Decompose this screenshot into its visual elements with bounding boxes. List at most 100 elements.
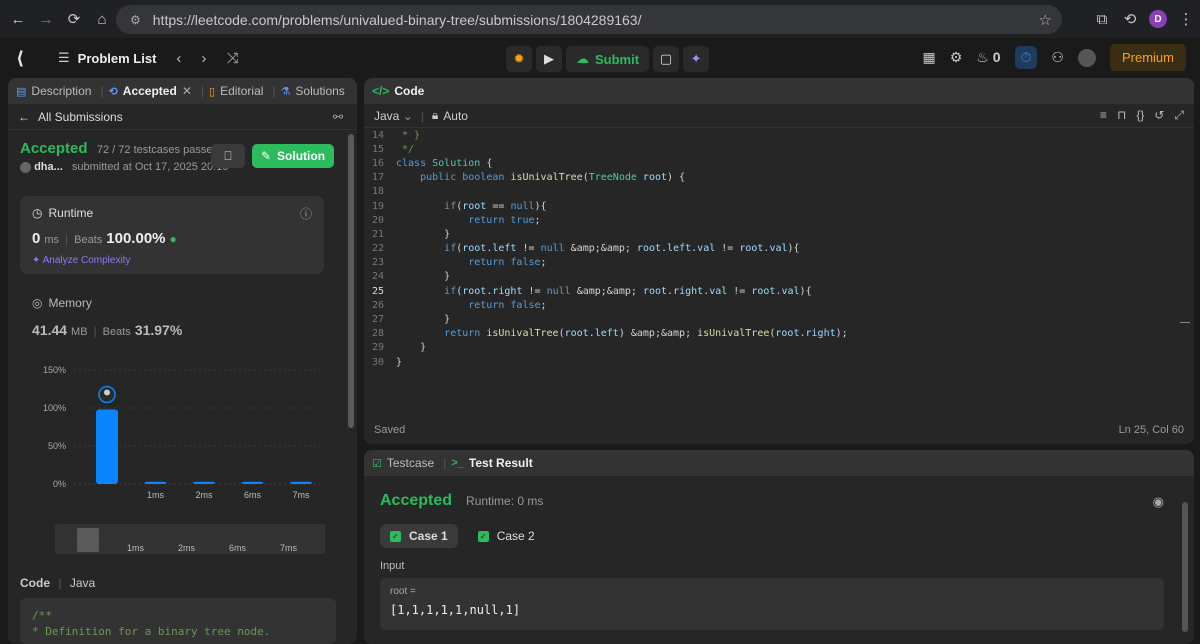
close-tab-icon[interactable]: ✕ [182, 84, 192, 98]
auto-mode[interactable]: Auto [443, 109, 468, 123]
eye-icon[interactable]: ◉ [1153, 494, 1164, 510]
runtime-bar[interactable] [241, 481, 264, 484]
runtime-card[interactable]: ◷ Runtime ⓘ 0 ms | Beats 100.00% ● ✦ Ana… [20, 196, 324, 274]
memory-card[interactable]: ◎ Memory 41.44 MB | Beats 31.97% [20, 286, 324, 340]
code-line[interactable]: 27 } [364, 312, 1194, 326]
shuffle-icon[interactable]: ⤨ [226, 50, 238, 67]
code-line[interactable]: 29 } [364, 341, 1194, 355]
language-select[interactable]: Java ⌄ [374, 109, 413, 123]
tab-accepted[interactable]: ⟲ Accepted ✕ [109, 84, 192, 98]
tab-test-result[interactable]: >_ Test Result [451, 456, 532, 470]
case-tabs: ✓ Case 1 ✓ Case 2 [380, 524, 545, 548]
code-line[interactable]: 18 [364, 185, 1194, 199]
code-language: Java [69, 576, 96, 590]
chart-range-selector[interactable]: 1ms 2ms 6ms 7ms [55, 524, 325, 554]
solution-button[interactable]: ✎ Solution [252, 144, 334, 168]
code-line[interactable]: 19 if(root == null){ [364, 199, 1194, 213]
browser-menu-icon[interactable]: ⋮ [1172, 5, 1200, 33]
next-problem-icon[interactable]: › [201, 50, 206, 67]
code-line[interactable]: 22 if(root.left != null &amp;&amp; root.… [364, 242, 1194, 256]
code-line[interactable]: 16 class Solution { [364, 156, 1194, 170]
result-summary: Accepted Runtime: 0 ms [380, 492, 543, 510]
code-tab-title[interactable]: Code [394, 84, 424, 98]
code-line[interactable]: 25 if(root.right != null &amp;&amp; root… [364, 284, 1194, 298]
bookmark-star-icon[interactable]: ☆ [1039, 11, 1052, 29]
run-button[interactable]: ▶ [536, 46, 562, 72]
code-line[interactable]: 20 return true; [364, 213, 1194, 227]
range-handle[interactable] [77, 528, 99, 552]
info-icon[interactable]: ⓘ [300, 205, 312, 222]
case-2-button[interactable]: ✓ Case 2 [468, 524, 545, 548]
braces-icon[interactable]: {} [1136, 108, 1144, 123]
leetcode-logo-icon[interactable]: ⟨ [16, 48, 36, 68]
site-info-icon[interactable]: ⚙ [130, 13, 141, 27]
code-line[interactable]: 17 public boolean isUnivalTree(TreeNode … [364, 171, 1194, 185]
reset-icon[interactable]: ↺ [1154, 108, 1164, 123]
debug-button[interactable]: ✹ [506, 46, 532, 72]
variable-name: root = [390, 586, 416, 597]
testcases-passed: 72 / 72 testcases passed [96, 144, 219, 156]
code-line[interactable]: 26 return false; [364, 298, 1194, 312]
book-icon: ▯ [209, 85, 216, 98]
back-icon[interactable]: ← [4, 5, 32, 33]
tab-editorial[interactable]: ▯ Editorial [209, 84, 263, 98]
ai-button[interactable]: ✦ [683, 46, 710, 72]
analyze-complexity-link[interactable]: ✦ Analyze Complexity [32, 255, 312, 266]
left-scrollbar[interactable] [348, 128, 354, 644]
tab-solutions[interactable]: ⚗ Solutions [281, 84, 345, 98]
line-number: 14 [371, 129, 384, 141]
problem-list-button[interactable]: ☰ Problem List [58, 50, 156, 66]
back-arrow-icon[interactable]: ← [18, 110, 30, 124]
code-text-area[interactable]: 14 * } 15 */16 class Solution {17 public b… [364, 128, 1194, 418]
sync-icon[interactable]: ⟲ [1116, 5, 1144, 33]
checkbox-icon: ☑ [372, 457, 382, 470]
tab-description[interactable]: ▤ Description [16, 84, 91, 98]
code-line[interactable]: 23 return false; [364, 256, 1194, 270]
add-user-icon[interactable]: ⚇ [1051, 49, 1064, 66]
case-1-button[interactable]: ✓ Case 1 [380, 524, 458, 548]
home-icon[interactable]: ⌂ [88, 5, 116, 33]
settings-gear-icon[interactable]: ⚙ [950, 49, 963, 66]
premium-button[interactable]: Premium [1109, 44, 1186, 71]
test-result-panel: ☑ Testcase | >_ Test Result Accepted Runti… [364, 450, 1194, 644]
tab-testcase[interactable]: ☑ Testcase [372, 456, 434, 470]
code-line[interactable]: 15 */ [364, 142, 1194, 156]
user-avatar[interactable] [1077, 48, 1096, 67]
book-open-icon: ⎕ [224, 148, 232, 163]
result-status: Accepted [380, 492, 453, 509]
fullscreen-icon[interactable]: ⤢ [1174, 108, 1184, 123]
extensions-icon[interactable]: ⧉ [1088, 5, 1116, 33]
address-bar[interactable]: ⚙ https://leetcode.com/problems/univalue… [116, 5, 1062, 34]
notes-button[interactable]: ▢ [653, 46, 680, 72]
reload-icon[interactable]: ⟳ [60, 5, 88, 33]
code-line[interactable]: 28 return isUnivalTree(root.left) &amp;&… [364, 327, 1194, 341]
runtime-bar[interactable] [193, 481, 215, 484]
sparkle-icon: ✦ [32, 255, 41, 266]
profile-avatar[interactable]: D [1144, 5, 1172, 33]
notebook-button[interactable]: ⎕ [211, 144, 245, 168]
scrollbar-thumb[interactable] [348, 134, 354, 428]
runtime-beats-value: 100.00% [106, 230, 166, 247]
format-icon[interactable]: ≡ [1100, 108, 1107, 123]
code-line[interactable]: 24 } [364, 270, 1194, 284]
all-submissions-link[interactable]: All Submissions [38, 110, 123, 124]
code-line[interactable]: 21 } [364, 227, 1194, 241]
runtime-distribution-chart[interactable]: 150% 100% 50% 0% 1ms 2ms 6ms 7ms [20, 362, 330, 522]
x-tick-label: 6ms [244, 490, 262, 500]
timer-button[interactable]: ⏱ [1014, 46, 1038, 69]
forward-icon[interactable]: → [32, 5, 60, 33]
prev-problem-icon[interactable]: ‹ [176, 50, 181, 67]
code-line[interactable]: 14 * } [364, 128, 1194, 142]
streak-counter[interactable]: ♨ 0 [976, 49, 1000, 66]
bookmark-icon[interactable]: ⊓ [1117, 108, 1126, 123]
code-line-text: * } [396, 129, 421, 141]
submit-button[interactable]: ☁ Submit [566, 46, 650, 72]
runtime-bar[interactable] [290, 481, 312, 484]
runtime-bar[interactable] [96, 409, 118, 484]
test-scrollbar[interactable] [1182, 502, 1188, 632]
runtime-bar[interactable] [144, 481, 167, 484]
layout-icon[interactable]: ▦ [922, 49, 935, 66]
code-line[interactable]: 30} [364, 355, 1194, 369]
submitter-name[interactable]: dha... [34, 161, 63, 173]
link-icon[interactable]: ⚯ [333, 110, 343, 124]
